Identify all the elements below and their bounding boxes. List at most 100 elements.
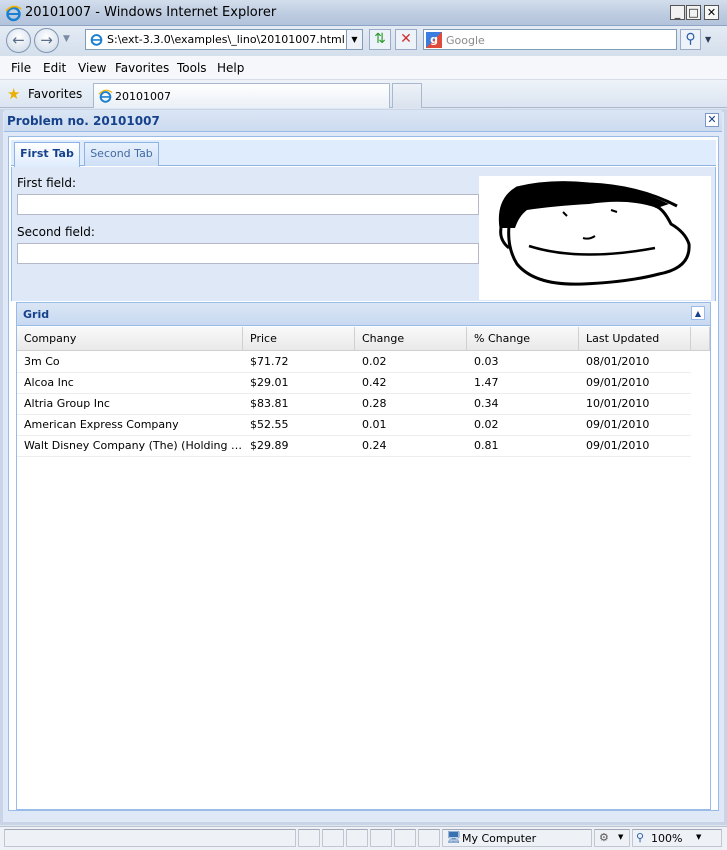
collapse-up-icon: ▲	[694, 309, 702, 318]
tab-first[interactable]: First Tab	[14, 142, 80, 167]
computer-icon: 🖥	[446, 830, 462, 844]
status-segment	[418, 829, 440, 847]
status-segment	[298, 829, 320, 847]
protected-mode-button[interactable]: ⚙ ▼	[594, 829, 630, 847]
column-header-pct-change[interactable]: % Change	[467, 327, 579, 351]
cell-last-updated: 10/01/2010	[586, 397, 650, 410]
cell-price: $83.81	[250, 397, 289, 410]
table-row[interactable]: 3m Co $71.72 0.02 0.03 08/01/2010	[17, 352, 691, 373]
forward-arrow-icon: →	[40, 31, 53, 49]
search-box[interactable]: g Google	[423, 29, 677, 50]
status-segment	[322, 829, 344, 847]
google-logo-icon: g	[426, 32, 442, 48]
close-window-button[interactable]: ✕	[704, 5, 719, 20]
zoom-icon: ⚲	[636, 831, 645, 844]
browser-tab-label: 20101007	[115, 90, 171, 103]
grid-header	[16, 302, 711, 326]
cell-price: $71.72	[250, 355, 289, 368]
cell-price: $29.89	[250, 439, 289, 452]
security-zone[interactable]: 🖥 My Computer	[442, 829, 592, 847]
first-field-input[interactable]	[17, 194, 479, 215]
status-segment	[346, 829, 368, 847]
status-segment	[370, 829, 392, 847]
zoom-control[interactable]: ⚲ 100% ▼	[632, 829, 722, 847]
favorites-button[interactable]: Favorites	[28, 87, 82, 101]
favorites-star-icon[interactable]: ★	[7, 85, 20, 103]
address-input[interactable]: S:\ext-3.3.0\examples\_lino\20101007.htm…	[107, 33, 345, 46]
cell-change: 0.24	[362, 439, 387, 452]
search-input[interactable]: Google	[446, 34, 485, 47]
cell-pct-change: 0.02	[474, 418, 499, 431]
column-header-last-updated[interactable]: Last Updated	[579, 327, 691, 351]
back-arrow-icon: ←	[12, 31, 25, 49]
cell-company: American Express Company	[24, 418, 179, 431]
panel-close-button[interactable]: ✕	[705, 113, 719, 127]
cell-company: Walt Disney Company (The) (Holding Compa…	[24, 439, 243, 452]
browser-tab[interactable]: 20101007	[93, 83, 390, 108]
column-header-change[interactable]: Change	[355, 327, 467, 351]
cell-company: Altria Group Inc	[24, 397, 110, 410]
tab-second[interactable]: Second Tab	[84, 142, 159, 166]
menu-tools[interactable]: Tools	[177, 61, 207, 75]
forward-button[interactable]: →	[34, 28, 59, 53]
close-icon: ✕	[707, 113, 717, 126]
cell-last-updated: 08/01/2010	[586, 355, 650, 368]
menu-edit[interactable]: Edit	[43, 61, 66, 75]
menu-view[interactable]: View	[78, 61, 106, 75]
grid-title: Grid	[23, 308, 50, 321]
ie-logo-icon	[5, 5, 22, 22]
recent-pages-chevron-icon[interactable]: ▼	[63, 34, 70, 44]
cell-last-updated: 09/01/2010	[586, 418, 650, 431]
status-segment	[394, 829, 416, 847]
security-icon: ⚙	[599, 831, 609, 844]
cell-last-updated: 09/01/2010	[586, 439, 650, 452]
minimize-button[interactable]: _	[670, 5, 685, 20]
page-icon	[90, 34, 103, 46]
maximize-button[interactable]: □	[686, 5, 701, 20]
stop-button[interactable]: ✕	[395, 29, 417, 50]
table-row[interactable]: Walt Disney Company (The) (Holding Compa…	[17, 436, 691, 457]
cell-change: 0.42	[362, 376, 387, 389]
cell-price: $52.55	[250, 418, 289, 431]
new-tab-button[interactable]	[392, 83, 422, 108]
cell-last-updated: 09/01/2010	[586, 376, 650, 389]
second-field-label: Second field:	[17, 225, 95, 239]
cell-pct-change: 0.03	[474, 355, 499, 368]
stop-icon: ✕	[400, 31, 412, 47]
cell-price: $29.01	[250, 376, 289, 389]
refresh-button[interactable]: ⇅	[369, 29, 391, 50]
cell-company: 3m Co	[24, 355, 60, 368]
panel-title: Problem no. 20101007	[7, 114, 160, 128]
cell-change: 0.01	[362, 418, 387, 431]
address-bar[interactable]: S:\ext-3.3.0\examples\_lino\20101007.htm…	[85, 29, 363, 50]
face-image	[479, 176, 711, 300]
first-field-label: First field:	[17, 176, 77, 190]
menu-favorites[interactable]: Favorites	[115, 61, 169, 75]
search-options-chevron-icon[interactable]: ▼	[705, 35, 711, 44]
tab-page-icon	[98, 89, 113, 103]
chevron-down-icon: ▼	[618, 833, 624, 841]
cell-pct-change: 1.47	[474, 376, 499, 389]
menu-bar: File Edit View Favorites Tools Help	[0, 56, 727, 80]
search-icon: ⚲	[685, 31, 696, 47]
table-row[interactable]: Altria Group Inc $83.81 0.28 0.34 10/01/…	[17, 394, 691, 415]
face-drawing-icon	[498, 181, 691, 286]
search-button[interactable]: ⚲	[680, 29, 701, 50]
address-dropdown-icon[interactable]: ▼	[346, 30, 362, 49]
second-field-input[interactable]	[17, 243, 479, 264]
table-row[interactable]: Alcoa Inc $29.01 0.42 1.47 09/01/2010	[17, 373, 691, 394]
cell-change: 0.28	[362, 397, 387, 410]
window-title: 20101007 - Windows Internet Explorer	[25, 5, 277, 20]
column-header-spacer	[691, 327, 710, 351]
cell-pct-change: 0.81	[474, 439, 499, 452]
menu-file[interactable]: File	[11, 61, 31, 75]
navigation-bar: ← → ▼ S:\ext-3.3.0\examples\_lino\201010…	[0, 26, 727, 56]
column-header-company[interactable]: Company	[17, 327, 243, 351]
back-button[interactable]: ←	[6, 28, 31, 53]
table-row[interactable]: American Express Company $52.55 0.01 0.0…	[17, 415, 691, 436]
menu-help[interactable]: Help	[217, 61, 244, 75]
status-text-area	[4, 829, 296, 847]
cell-pct-change: 0.34	[474, 397, 499, 410]
column-header-price[interactable]: Price	[243, 327, 355, 351]
grid-collapse-button[interactable]: ▲	[691, 306, 705, 320]
